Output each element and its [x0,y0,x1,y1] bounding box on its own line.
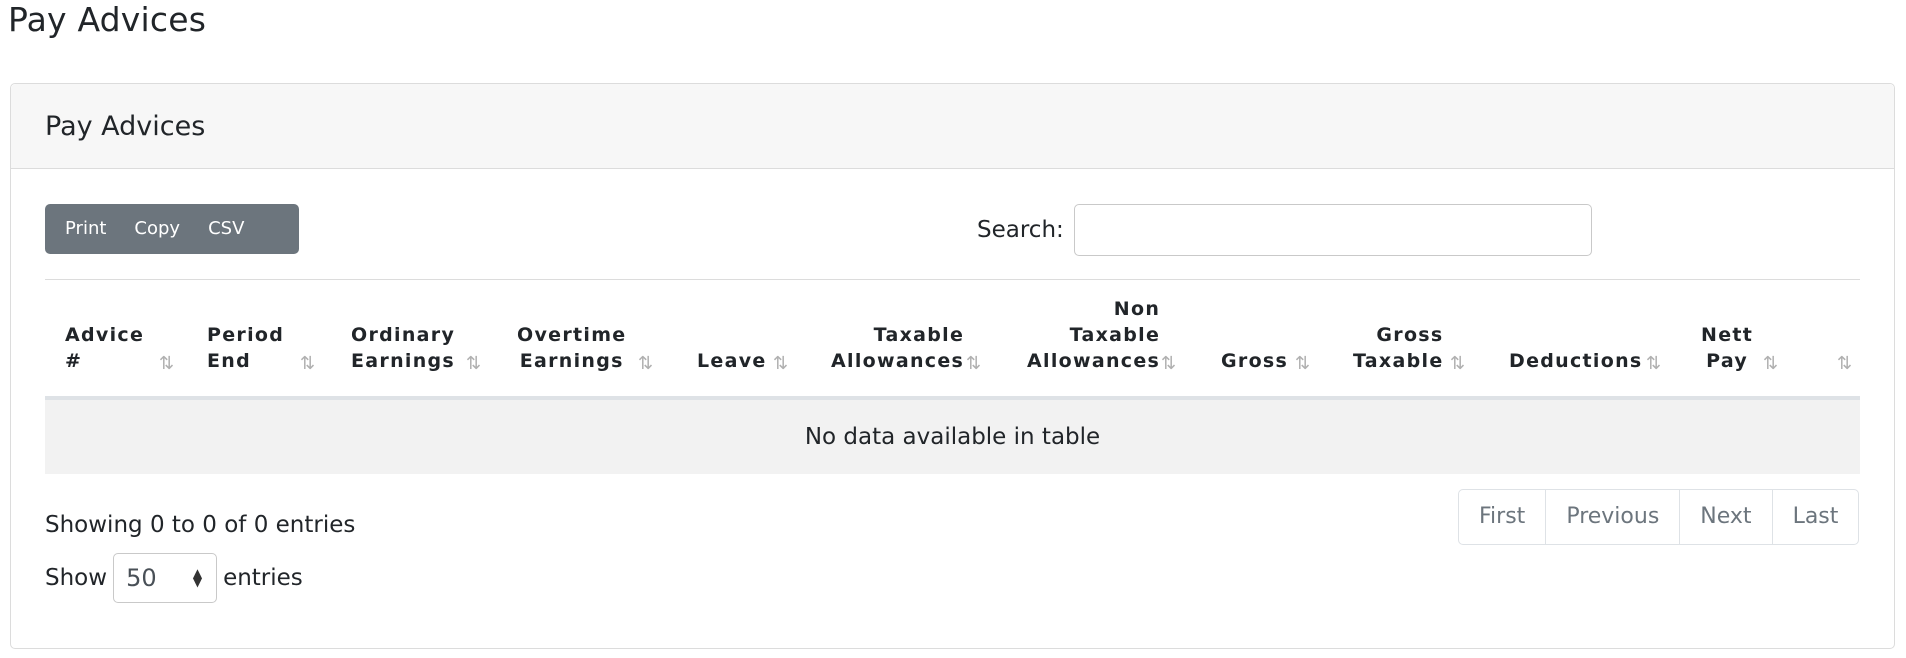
show-label: Show [45,565,108,591]
entries-label: entries [223,565,303,591]
pay-advices-table: Advice # ⇅ Period End ⇅ Ordinary Earning… [45,279,1860,474]
search-label: Search: [977,217,1064,243]
pagination: First Previous Next Last [1458,489,1860,545]
sort-arrows-icon[interactable]: ⇅ [638,353,653,374]
search-input[interactable] [1073,204,1592,256]
col-header-gross-taxable[interactable]: Gross Taxable [1353,322,1444,374]
col-header-ordinary-earnings[interactable]: Ordinary Earnings [351,322,455,374]
col-header-advice-number[interactable]: Advice # [65,322,144,374]
csv-button[interactable]: CSV [194,204,258,254]
sort-arrows-icon[interactable]: ⇅ [966,353,981,374]
sort-arrows-icon[interactable]: ⇅ [300,353,315,374]
col-header-taxable-allowances[interactable]: Taxable Allowances [831,322,964,374]
col-header-leave[interactable]: Leave [697,348,767,374]
search-container: Search: [977,204,1592,256]
sort-arrows-icon[interactable]: ⇅ [466,353,481,374]
card-title: Pay Advices [45,110,206,142]
previous-page-button[interactable]: Previous [1546,490,1681,544]
last-page-button[interactable]: Last [1773,490,1859,544]
col-header-gross[interactable]: Gross [1221,348,1288,374]
sort-arrows-icon[interactable]: ⇅ [1450,353,1465,374]
card-body: Print Copy CSV Search: Advice # ⇅ Period… [11,169,1894,649]
sort-arrows-icon[interactable]: ⇅ [1161,353,1176,374]
col-header-period-end[interactable]: Period End [207,322,284,374]
col-header-overtime-earnings[interactable]: Overtime Earnings [517,322,626,374]
sort-arrows-icon[interactable]: ⇅ [1646,353,1661,374]
col-header-nett-pay[interactable]: Nett Pay [1701,322,1753,374]
empty-table-row: No data available in table [45,400,1860,474]
page-length-control: Show 50 ▲ ▼ entries [45,553,303,603]
export-button-group: Print Copy CSV [45,204,299,254]
first-page-button[interactable]: First [1459,490,1547,544]
page-length-select[interactable]: 50 ▲ ▼ [113,553,218,603]
pay-advices-card: Pay Advices Print Copy CSV Search: Advic… [10,83,1895,649]
next-page-button[interactable]: Next [1680,490,1773,544]
page-length-value: 50 [126,564,157,592]
sort-arrows-icon[interactable]: ⇅ [159,353,174,374]
empty-table-message: No data available in table [804,424,1101,450]
sort-arrows-icon[interactable]: ⇅ [1763,353,1778,374]
select-updown-icon: ▲ ▼ [192,566,203,589]
sort-arrows-icon[interactable]: ⇅ [1295,353,1310,374]
table-header-row: Advice # ⇅ Period End ⇅ Ordinary Earning… [45,280,1860,400]
copy-button[interactable]: Copy [120,204,194,254]
page-title: Pay Advices [8,0,207,39]
table-info-text: Showing 0 to 0 of 0 entries [45,512,356,538]
col-header-deductions[interactable]: Deductions [1509,348,1643,374]
col-header-non-taxable-allowances[interactable]: Non Taxable Allowances [1027,296,1160,374]
sort-arrows-icon[interactable]: ⇅ [773,353,788,374]
sort-arrows-icon[interactable]: ⇅ [1837,353,1852,374]
print-button[interactable]: Print [51,204,120,254]
card-header: Pay Advices [11,84,1894,169]
